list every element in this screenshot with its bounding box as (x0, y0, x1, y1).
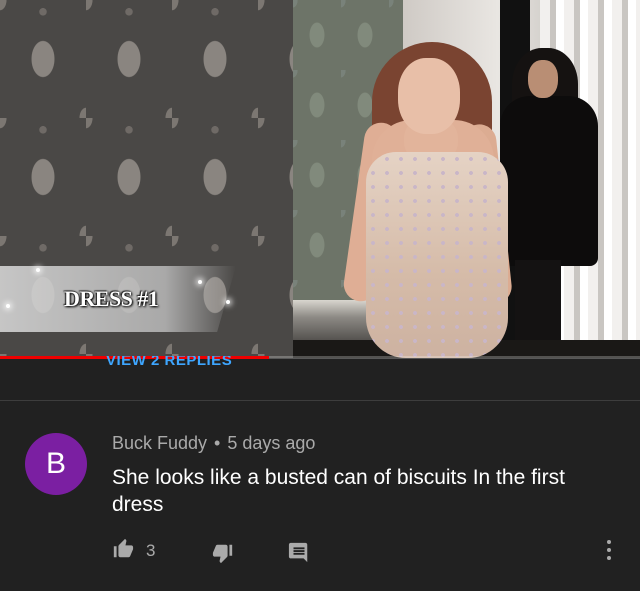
view-replies-label: VIEW 2 REPLIES (106, 356, 233, 369)
sparkle (36, 268, 40, 272)
comment-meta: Buck Fuddy • 5 days ago (112, 433, 315, 454)
comment-icon (288, 542, 308, 563)
sparkle (6, 304, 10, 308)
consultant-face (528, 60, 558, 98)
bride-dress (366, 152, 508, 358)
dislike-button[interactable] (212, 542, 234, 569)
more-options-button[interactable] (604, 540, 614, 564)
consultant-legs (515, 260, 561, 340)
consultant-figure (500, 96, 598, 266)
divider (0, 400, 640, 401)
video-player[interactable]: DRESS #1 (0, 0, 640, 358)
bride-face (398, 58, 460, 134)
comment-timestamp: 5 days ago (227, 433, 316, 453)
view-replies-link[interactable]: VIEW 2 REPLIES (106, 356, 232, 372)
sparkle (226, 300, 230, 304)
more-vert-icon (604, 540, 614, 560)
comment-text: She looks like a busted can of biscuits … (112, 466, 565, 516)
reply-button[interactable] (288, 541, 310, 568)
thumbs-up-icon (113, 538, 134, 558)
avatar[interactable]: B (25, 433, 87, 495)
sparkle (198, 280, 202, 284)
thumbs-down-icon (212, 544, 233, 564)
comment-author[interactable]: Buck Fuddy (112, 433, 207, 453)
overlay-title: DRESS #1 (64, 286, 159, 311)
like-count: 3 (146, 541, 156, 560)
meta-separator: • (214, 433, 221, 453)
like-button[interactable] (112, 538, 134, 565)
